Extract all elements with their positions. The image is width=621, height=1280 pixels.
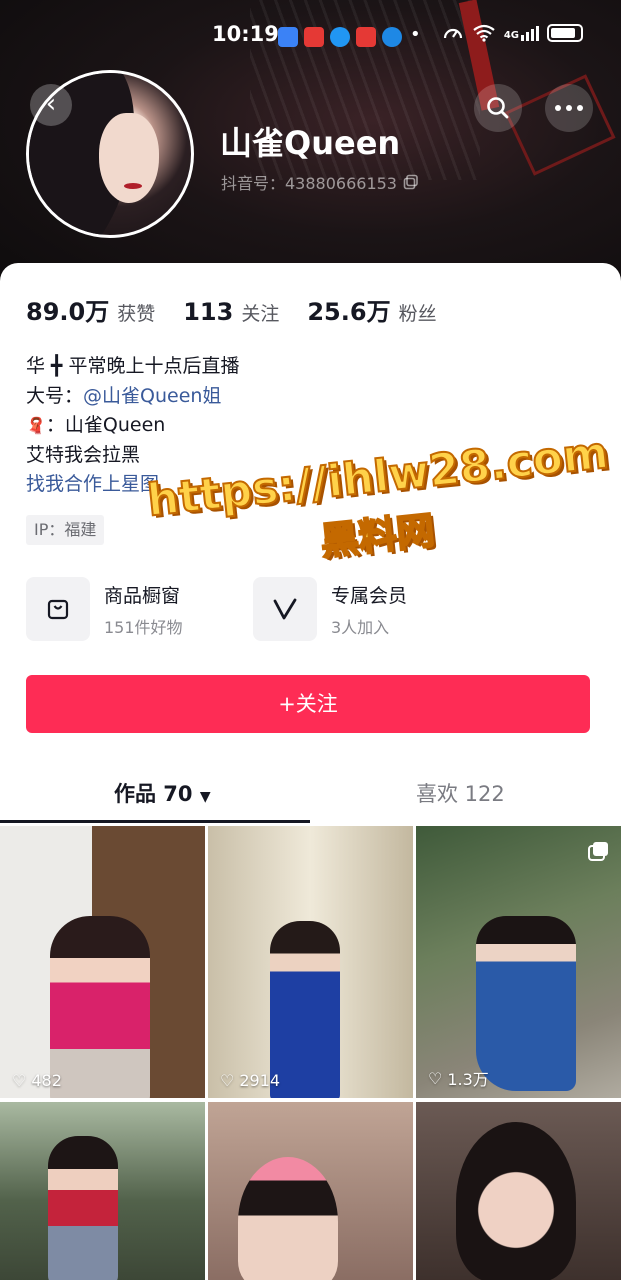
stat-likes[interactable]: 89.0万 获赞 (26, 292, 155, 327)
video-thumbnail[interactable]: ♡ 2914 (208, 826, 413, 1098)
more-options-button[interactable] (545, 84, 593, 132)
search-button[interactable] (474, 84, 522, 132)
heart-icon: ♡ (428, 1068, 443, 1088)
back-button[interactable]: ‹ (30, 84, 72, 126)
membership-entry[interactable]: 专属会员 3人加入 (253, 577, 407, 641)
tab-works[interactable]: 作品 70 ▼ (114, 778, 211, 808)
mention-link[interactable]: @山雀Queen姐 (83, 385, 221, 407)
vip-v-icon (273, 598, 297, 620)
status-time: 10:19 (212, 22, 279, 46)
video-thumbnail[interactable] (0, 1102, 205, 1280)
more-icon (555, 105, 583, 111)
content-tabs: 作品 70 ▼ 喜欢 122 (0, 762, 621, 824)
heart-icon: ♡ (220, 1071, 235, 1090)
more-notifications-icon: • (410, 24, 421, 45)
search-icon (487, 97, 509, 119)
multi-photo-icon (588, 842, 608, 861)
notification-icon (278, 27, 298, 47)
video-thumbnail[interactable]: ♡ 482 (0, 826, 205, 1098)
profile-stats: 89.0万 获赞 113 关注 25.6万 粉丝 (26, 292, 437, 327)
active-tab-indicator (0, 820, 310, 823)
video-thumbnail[interactable] (416, 1102, 621, 1280)
message-icon (330, 27, 350, 47)
copy-icon[interactable] (403, 174, 419, 190)
browser-icon (382, 27, 402, 47)
video-thumbnail[interactable] (208, 1102, 413, 1280)
cell-signal-icon: 4G (504, 25, 539, 41)
heart-icon: ♡ (12, 1071, 27, 1090)
wifi-icon (473, 24, 495, 42)
profile-name: 山雀Queen (220, 124, 401, 162)
notification-icon (304, 27, 324, 47)
follow-button[interactable]: +关注 (26, 675, 590, 733)
tab-likes[interactable]: 喜欢 122 (416, 778, 505, 808)
douyin-id[interactable]: 抖音号：43880666153 (221, 170, 419, 194)
speed-icon (443, 28, 462, 39)
video-thumbnail[interactable]: ♡ 1.3万 (416, 826, 621, 1098)
shopping-bag-icon (47, 599, 69, 620)
caret-down-icon: ▼ (199, 789, 211, 805)
battery-icon (547, 24, 583, 42)
chevron-left-icon: ‹ (45, 89, 57, 119)
status-bar: 10:19 • 4G (0, 22, 621, 52)
scarf-icon: 🧣 (26, 416, 46, 435)
stat-followers[interactable]: 25.6万 粉丝 (307, 292, 436, 327)
notification-icon (356, 27, 376, 47)
ip-location-tag: IP：福建 (26, 515, 105, 545)
stat-following[interactable]: 113 关注 (183, 298, 279, 326)
shop-window-entry[interactable]: 商品橱窗 151件好物 (26, 577, 183, 641)
